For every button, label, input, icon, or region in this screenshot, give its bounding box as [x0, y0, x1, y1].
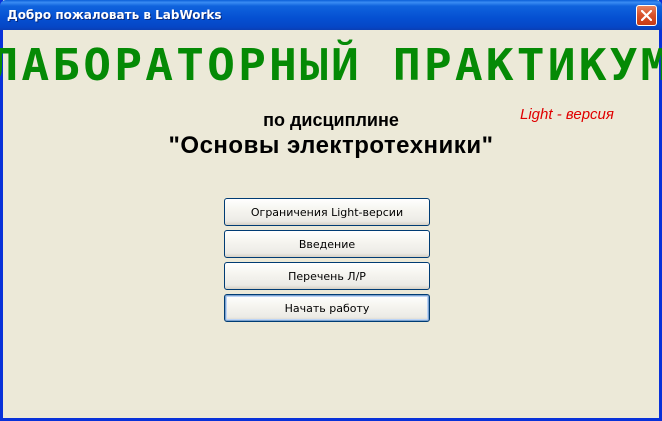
- start-work-button[interactable]: Начать работу: [224, 294, 430, 322]
- light-limitations-button[interactable]: Ограничения Light-версии: [224, 198, 430, 226]
- introduction-button[interactable]: Введение: [224, 230, 430, 258]
- window-title: Добро пожаловать в LabWorks: [7, 8, 222, 22]
- welcome-window: Добро пожаловать в LabWorks ЛАБОРАТОРНЫЙ…: [0, 0, 662, 421]
- discipline-name: "Основы электротехники": [168, 132, 494, 159]
- close-button[interactable]: [636, 5, 657, 26]
- title-bar[interactable]: Добро пожаловать в LabWorks: [0, 0, 662, 30]
- lab-list-button[interactable]: Перечень Л/Р: [224, 262, 430, 290]
- main-content: ЛАБОРАТОРНЫЙ ПРАКТИКУМ Light - версия по…: [0, 30, 662, 418]
- lab-practicum-heading: ЛАБОРАТОРНЫЙ ПРАКТИКУМ: [0, 40, 662, 91]
- discipline-subtitle: по дисциплине: [263, 110, 399, 130]
- close-icon: [641, 10, 652, 21]
